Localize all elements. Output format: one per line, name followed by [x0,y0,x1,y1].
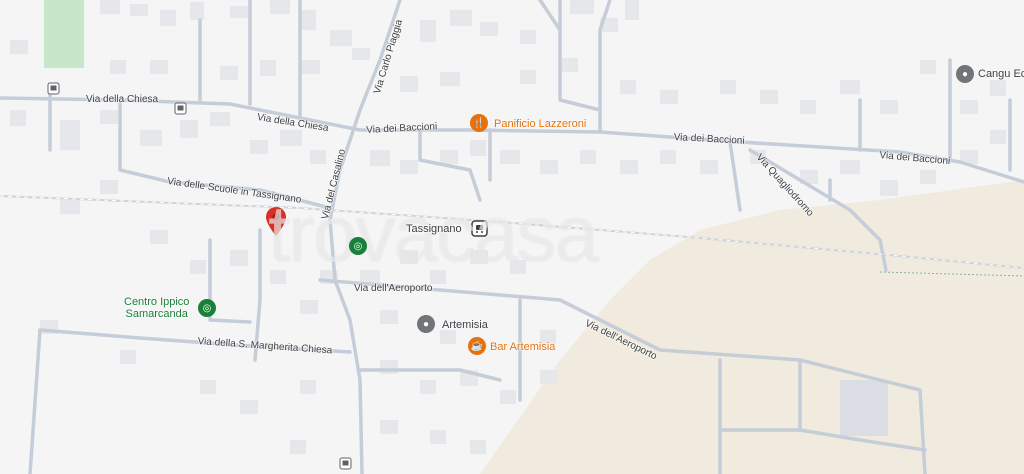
street-label-via-dell-aeroporto: Via dell'Aeroporto [354,283,433,294]
poi-bar-artemisia[interactable]: Bar Artemisia [490,341,555,353]
cafe-icon[interactable]: ☕ [468,337,486,355]
poi-centro-ippico-line2: Samarcanda [125,308,188,320]
poi-panificio-lazzeroni[interactable]: Panificio Lazzeroni [494,118,586,130]
green-poi-icon[interactable]: ◎ [198,299,216,317]
restaurant-icon[interactable]: 🍴 [470,114,488,132]
poi-centro-ippico-line1: Centro Ippico [124,296,190,308]
poi-cangu[interactable]: Cangu Ec [978,68,1024,80]
bus-stop-icon[interactable] [47,82,60,95]
place-icon[interactable]: ● [956,65,974,83]
poi-tassignano-station[interactable]: Tassignano [406,223,462,235]
bus-stop-icon[interactable] [174,102,187,115]
bus-stop-icon[interactable] [339,457,352,470]
place-icon[interactable]: ● [417,315,435,333]
green-poi-icon[interactable]: ◎ [349,237,367,255]
poi-centro-ippico-samarcanda[interactable]: Centro Ippico Samarcanda [124,296,189,320]
map-canvas[interactable]: trovacasa Via della Chiesa Via della Chi… [0,0,1024,474]
poi-artemisia[interactable]: Artemisia [442,319,488,331]
park-area [44,0,84,68]
street-label-via-della-chiesa: Via della Chiesa [86,94,159,105]
